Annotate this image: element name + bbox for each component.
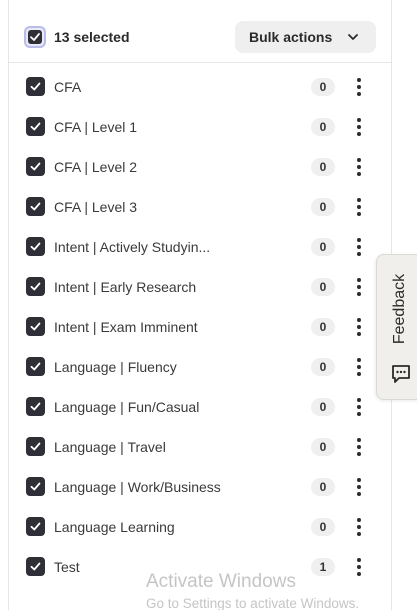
- tag-count-badge: 0: [311, 438, 335, 456]
- bulk-actions-button[interactable]: Bulk actions: [235, 21, 376, 53]
- tag-checkbox[interactable]: [26, 437, 45, 456]
- more-vertical-icon[interactable]: [352, 475, 366, 499]
- more-vertical-icon[interactable]: [352, 235, 366, 259]
- tag-label: Language Learning: [54, 519, 175, 535]
- tag-row[interactable]: Intent | Actively Studyin... 0: [9, 227, 391, 267]
- tag-row[interactable]: Intent | Exam Imminent 0: [9, 307, 391, 347]
- tag-label: Intent | Early Research: [54, 279, 197, 295]
- tag-row[interactable]: Language | Fluency 0: [9, 347, 391, 387]
- more-vertical-icon[interactable]: [352, 115, 366, 139]
- tag-label: CFA: [54, 79, 82, 95]
- tag-count-badge: 0: [311, 518, 335, 536]
- check-icon: [30, 282, 41, 291]
- more-vertical-icon[interactable]: [352, 315, 366, 339]
- tag-row[interactable]: Language | Travel 0: [9, 427, 391, 467]
- check-icon: [30, 162, 41, 171]
- check-icon: [30, 202, 41, 211]
- more-vertical-icon[interactable]: [352, 75, 366, 99]
- tag-count-badge: 1: [311, 558, 335, 576]
- check-icon: [30, 322, 41, 331]
- tag-checkbox[interactable]: [26, 277, 45, 296]
- check-icon: [30, 482, 41, 491]
- tag-row[interactable]: CFA | Level 3 0: [9, 187, 391, 227]
- comment-icon: [392, 365, 410, 383]
- tag-count-badge: 0: [311, 198, 335, 216]
- more-vertical-icon[interactable]: [352, 395, 366, 419]
- check-icon: [30, 362, 41, 371]
- tag-checkbox[interactable]: [26, 77, 45, 96]
- tag-label: CFA | Level 1: [54, 119, 138, 135]
- tag-checkbox[interactable]: [26, 357, 45, 376]
- tag-checkbox[interactable]: [26, 157, 45, 176]
- tag-row[interactable]: CFA 0: [9, 67, 391, 107]
- feedback-tab[interactable]: Feedback: [376, 254, 417, 400]
- tag-label: Language | Fun/Casual: [54, 399, 200, 415]
- more-vertical-icon[interactable]: [352, 555, 366, 579]
- more-vertical-icon[interactable]: [352, 275, 366, 299]
- check-icon: [30, 562, 41, 571]
- tag-checkbox[interactable]: [26, 557, 45, 576]
- tag-checkbox[interactable]: [26, 197, 45, 216]
- tag-row[interactable]: Intent | Early Research 0: [9, 267, 391, 307]
- tag-list-panel: 13 selected Bulk actions CFA 0 CFA | Level…: [8, 0, 392, 610]
- tag-row[interactable]: Language Learning 0: [9, 507, 391, 547]
- tag-label: Intent | Actively Studyin...: [54, 239, 211, 255]
- tag-count-badge: 0: [311, 158, 335, 176]
- tag-count-badge: 0: [311, 118, 335, 136]
- tag-label: CFA | Level 2: [54, 159, 138, 175]
- tag-row[interactable]: Test 1: [9, 547, 391, 587]
- check-icon: [30, 33, 40, 41]
- tag-checkbox[interactable]: [26, 517, 45, 536]
- tag-count-badge: 0: [311, 278, 335, 296]
- tag-count-badge: 0: [311, 318, 335, 336]
- tag-count-badge: 0: [311, 398, 335, 416]
- tag-row[interactable]: CFA | Level 1 0: [9, 107, 391, 147]
- check-icon: [30, 442, 41, 451]
- tag-count-badge: 0: [311, 478, 335, 496]
- selected-count-label: 13 selected: [54, 29, 130, 45]
- tag-checkbox[interactable]: [26, 317, 45, 336]
- tag-checkbox[interactable]: [26, 397, 45, 416]
- tag-label: Language | Travel: [54, 439, 166, 455]
- tag-checkbox[interactable]: [26, 477, 45, 496]
- check-icon: [30, 122, 41, 131]
- tag-count-badge: 0: [311, 358, 335, 376]
- tag-label: Intent | Exam Imminent: [54, 319, 198, 335]
- chevron-down-icon: [348, 34, 358, 40]
- tag-count-badge: 0: [311, 78, 335, 96]
- tag-row[interactable]: CFA | Level 2 0: [9, 147, 391, 187]
- check-icon: [30, 82, 41, 91]
- more-vertical-icon[interactable]: [352, 435, 366, 459]
- tag-label: Language | Fluency: [54, 359, 177, 375]
- tag-checkbox[interactable]: [26, 237, 45, 256]
- more-vertical-icon[interactable]: [352, 195, 366, 219]
- check-icon: [30, 242, 41, 251]
- tag-label: Test: [54, 559, 80, 575]
- more-vertical-icon[interactable]: [352, 355, 366, 379]
- selection-header: 13 selected Bulk actions: [9, 0, 391, 63]
- tag-row[interactable]: Language | Work/Business 0: [9, 467, 391, 507]
- select-all-checkbox[interactable]: [24, 26, 46, 48]
- tag-row[interactable]: Language | Fun/Casual 0: [9, 387, 391, 427]
- feedback-label: Feedback: [391, 273, 408, 345]
- bulk-actions-label: Bulk actions: [249, 29, 333, 45]
- tag-label: CFA | Level 3: [54, 199, 138, 215]
- tag-label: Language | Work/Business: [54, 479, 221, 495]
- more-vertical-icon[interactable]: [352, 515, 366, 539]
- tag-count-badge: 0: [311, 238, 335, 256]
- tag-checkbox[interactable]: [26, 117, 45, 136]
- more-vertical-icon[interactable]: [352, 155, 366, 179]
- check-icon: [30, 402, 41, 411]
- check-icon: [30, 522, 41, 531]
